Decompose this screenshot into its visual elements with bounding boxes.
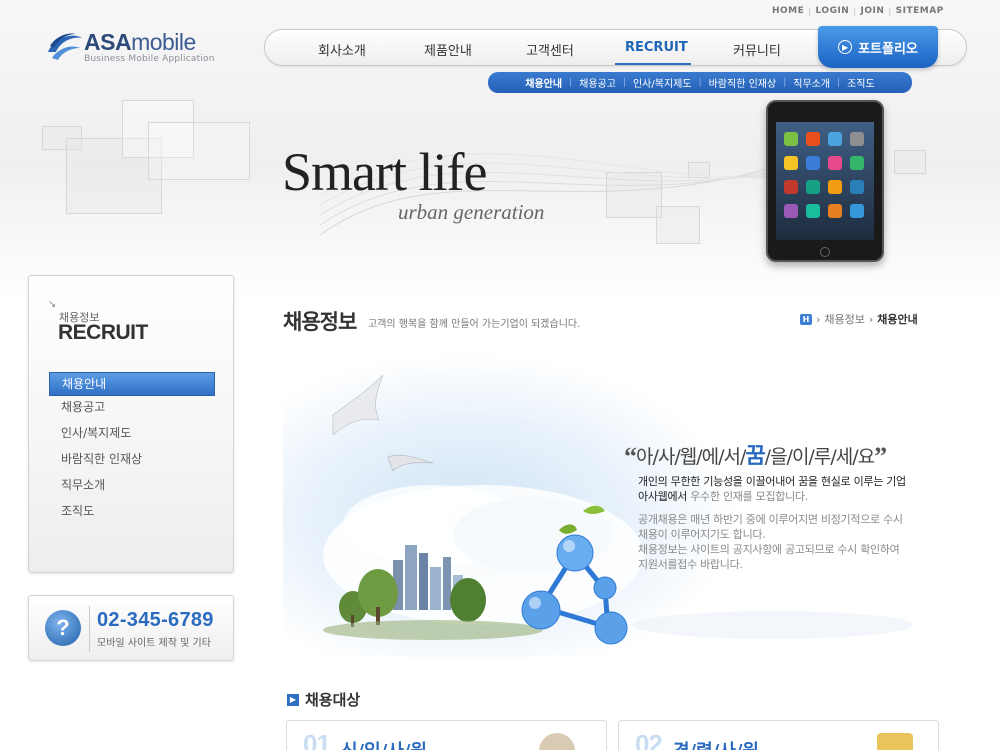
section-title-text: 채용대상 — [305, 691, 361, 709]
contact-desc: 모바일 사이트 제작 및 기타 — [97, 638, 211, 649]
target-card-experienced[interactable]: 02 경/력/사/원 — [618, 720, 939, 750]
utility-sitemap-link[interactable]: SITEMAP — [892, 6, 948, 16]
deco-square — [148, 122, 250, 180]
recruit-info-text: 공개채용은 매년 하반기 중에 이루어지면 비정기적으로 수시 채용이 이루어지… — [638, 512, 908, 572]
subnav-item-talent[interactable]: 바람직한 인재상 — [702, 75, 784, 90]
intro-line2-strong: 아사웹에서 — [638, 490, 688, 503]
app-icon — [806, 156, 820, 170]
intro-text: 개인의 무한한 기능성을 이끌어내어 꿈을 현실로 이루는 기업 아사웹에서 우… — [638, 474, 908, 504]
tablet-home-button — [820, 247, 830, 257]
nav-item-company[interactable]: 회사소개 — [318, 40, 366, 59]
sidebar-menu: 채용안내 채용공고 인사/복지제도 바람직한 인재상 직무소개 조직도 — [49, 372, 215, 528]
sidebar: ↘ 채용정보 RECRUIT 채용안내 채용공고 인사/복지제도 바람직한 인재… — [28, 275, 234, 573]
sidebar-item-guide[interactable]: 채용안내 — [49, 372, 215, 396]
square-arrow-icon: ▶ — [287, 693, 299, 706]
quote-close: ” — [874, 442, 887, 471]
sidebar-title: RECRUIT — [58, 321, 148, 344]
quote-pre: 아/사/웹/에/서/ — [636, 446, 746, 468]
contact-phone[interactable]: 02-345-6789 — [97, 609, 214, 632]
tablet-screen — [776, 122, 874, 240]
nav-active-underline — [615, 63, 691, 65]
logo-tagline: Business Mobile Application — [84, 54, 215, 64]
subnav-item-jobs[interactable]: 직무소개 — [786, 75, 837, 90]
target-card-new[interactable]: 01 신/입/사/원 — [286, 720, 607, 750]
contact-box: ? 02-345-6789 모바일 사이트 제작 및 기타 — [28, 595, 234, 661]
sidebar-item-welfare[interactable]: 인사/복지제도 — [49, 424, 215, 450]
quote-open: “ — [624, 442, 637, 471]
home-icon[interactable]: H — [800, 313, 812, 325]
nav-item-recruit[interactable]: RECRUIT — [625, 40, 688, 55]
intro-line2-muted: 우수한 인재를 모집합니다. — [687, 490, 808, 503]
deco-square — [894, 150, 926, 174]
app-icon — [806, 204, 820, 218]
info-line3: 공개채용은 매년 하반기 중에 이루어지면 비정기적으로 수시 채용이 이루어지… — [638, 513, 903, 541]
utility-login-link[interactable]: LOGIN — [812, 6, 854, 16]
utility-nav: HOME | LOGIN | JOIN | SITEMAP — [768, 6, 948, 16]
nav-item-products[interactable]: 제품안내 — [424, 40, 472, 59]
section-title: ▶ 채용대상 — [287, 689, 360, 710]
card-photo — [539, 733, 575, 750]
utility-join-link[interactable]: JOIN — [857, 6, 889, 16]
sidebar-item-notice[interactable]: 채용공고 — [49, 398, 215, 424]
hero-title: Smart life — [282, 142, 487, 202]
slogan-quote: “아/사/웹/에/서/꿈/을/이/루/세/요” — [624, 438, 887, 472]
card-number: 01 — [303, 729, 331, 750]
hero-subtitle: urban generation — [398, 200, 545, 224]
page-title: 채용정보 — [283, 310, 357, 334]
portfolio-label: 포트폴리오 — [858, 41, 918, 57]
info-line4: 채용정보는 사이트의 공지사항에 공고되므로 수시 확인하여 지원서를접수 바랍… — [638, 543, 900, 571]
card-photo — [877, 733, 913, 750]
quote-post: /을/이/루/세/요 — [764, 446, 875, 468]
breadcrumb-item[interactable]: 채용정보 — [824, 311, 864, 327]
app-icon — [784, 132, 798, 146]
app-icon — [784, 204, 798, 218]
app-icon — [828, 180, 842, 194]
app-icon — [850, 180, 864, 194]
subnav-item-notice[interactable]: 채용공고 — [572, 75, 623, 90]
app-icon — [828, 156, 842, 170]
corner-arrow-icon: ↘ — [48, 299, 57, 310]
app-icon — [828, 132, 842, 146]
arrow-right-icon: ▶ — [838, 40, 853, 54]
quote-highlight: 꿈 — [745, 444, 765, 469]
chevron-right-icon: › — [868, 312, 874, 326]
page-subtitle: 고객의 행복을 함께 만들어 가는기업이 되겠습니다. — [368, 319, 581, 330]
app-icon — [784, 156, 798, 170]
logo-brand-bold: ASA — [84, 29, 132, 55]
breadcrumb-current: 채용안내 — [877, 313, 918, 326]
app-icon — [784, 180, 798, 194]
app-icon — [806, 180, 820, 194]
app-icon — [828, 204, 842, 218]
subnav-item-guide[interactable]: 채용안내 — [518, 75, 569, 90]
logo-brand-rest: mobile — [131, 29, 196, 55]
logo-swoosh-icon — [48, 33, 82, 60]
subnav-item-org[interactable]: 조직도 — [840, 75, 882, 90]
chevron-right-icon: › — [816, 312, 821, 326]
card-label: 경/력/사/원 — [673, 737, 759, 750]
sub-nav: 채용안내 | 채용공고 | 인사/복지제도 | 바람직한 인재상 | 직무소개 | 조직도 — [488, 72, 912, 93]
divider — [89, 606, 90, 652]
card-label: 신/입/사/원 — [341, 737, 427, 750]
site-logo[interactable]: ASAmobile Business Mobile Application — [46, 30, 215, 64]
tablet-image — [766, 100, 884, 262]
app-icon — [806, 132, 820, 146]
headset-icon: ? — [45, 610, 81, 646]
app-icon — [850, 204, 864, 218]
subnav-item-welfare[interactable]: 인사/복지제도 — [626, 75, 699, 90]
logo-wordmark: ASAmobile — [84, 30, 215, 54]
sidebar-item-jobs[interactable]: 직무소개 — [49, 476, 215, 502]
portfolio-button[interactable]: ▶ 포트폴리오 — [818, 26, 938, 68]
breadcrumb: H › 채용정보 › 채용안내 — [800, 311, 918, 327]
utility-home-link[interactable]: HOME — [768, 6, 808, 16]
nav-item-community[interactable]: 커뮤니티 — [733, 40, 781, 59]
card-number: 02 — [635, 729, 663, 750]
app-icon — [850, 156, 864, 170]
intro-line1: 개인의 무한한 기능성을 이끌어내어 꿈을 현실로 이루는 기업 — [638, 475, 906, 488]
app-icon — [850, 132, 864, 146]
sidebar-item-talent[interactable]: 바람직한 인재상 — [49, 450, 215, 476]
nav-item-support[interactable]: 고객센터 — [526, 40, 574, 59]
sidebar-item-org[interactable]: 조직도 — [49, 502, 215, 528]
